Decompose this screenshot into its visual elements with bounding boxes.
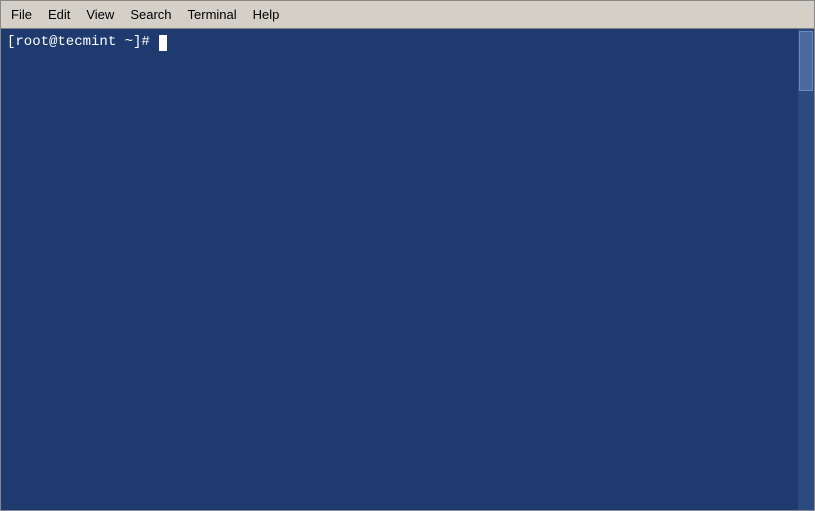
menu-file[interactable]: File — [3, 4, 40, 25]
menu-help[interactable]: Help — [245, 4, 288, 25]
scrollbar[interactable] — [798, 29, 814, 510]
menubar: File Edit View Search Terminal Help — [1, 1, 814, 29]
terminal-prompt-line: [root@tecmint ~]# — [7, 33, 808, 53]
scrollbar-thumb[interactable] — [799, 31, 813, 91]
menu-edit[interactable]: Edit — [40, 4, 78, 25]
menu-terminal[interactable]: Terminal — [180, 4, 245, 25]
menu-search[interactable]: Search — [122, 4, 179, 25]
terminal-prompt: [root@tecmint ~]# — [7, 33, 158, 53]
terminal-window: File Edit View Search Terminal Help [roo… — [0, 0, 815, 511]
terminal-cursor — [159, 35, 167, 51]
terminal-body[interactable]: [root@tecmint ~]# — [1, 29, 814, 510]
menu-view[interactable]: View — [78, 4, 122, 25]
